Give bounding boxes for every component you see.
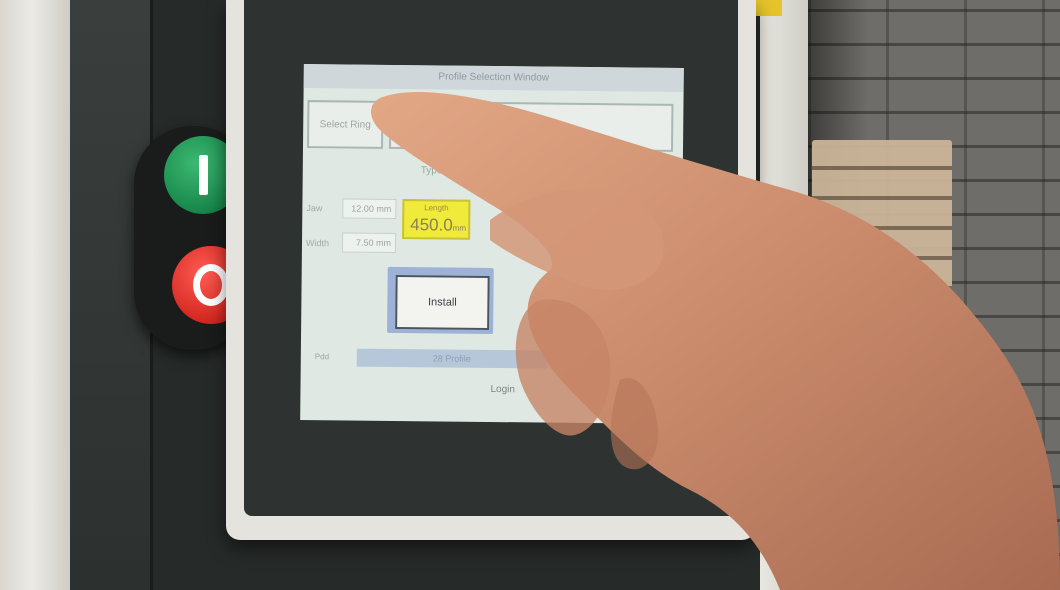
- jaw-value[interactable]: 12.00 mm: [342, 198, 397, 219]
- tab-profile[interactable]: [388, 100, 674, 152]
- hmi-screen: Profile Selection Window Select Ring Typ…: [300, 64, 684, 424]
- window-title: Profile Selection Window: [303, 64, 684, 92]
- power-on-icon: [198, 155, 208, 195]
- length-value-row: 450.0mm: [410, 215, 466, 236]
- width-value[interactable]: 7.50 mm: [341, 232, 397, 253]
- width-label: Width: [305, 238, 330, 249]
- login-button[interactable]: Login: [490, 384, 515, 395]
- power-off-icon: [193, 264, 229, 306]
- status-left-label: Pdd: [314, 352, 330, 362]
- cabinet-post: [0, 0, 70, 590]
- jaw-label: Jaw: [306, 203, 323, 214]
- yellow-tape: [752, 0, 782, 16]
- install-button[interactable]: Install: [387, 266, 494, 335]
- cabinet-frame-edge: [760, 0, 808, 590]
- length-unit: mm: [452, 223, 467, 233]
- tab-select-ring[interactable]: Select Ring: [306, 100, 384, 149]
- length-display[interactable]: Length 450.0mm: [402, 199, 471, 240]
- install-button-label: Install: [395, 274, 490, 330]
- status-strip: 28 Profile: [356, 348, 547, 369]
- type-label: Type: [420, 165, 443, 177]
- length-label: Length: [424, 203, 449, 213]
- wooden-crates: [812, 140, 952, 310]
- length-value: 450.0: [410, 215, 453, 235]
